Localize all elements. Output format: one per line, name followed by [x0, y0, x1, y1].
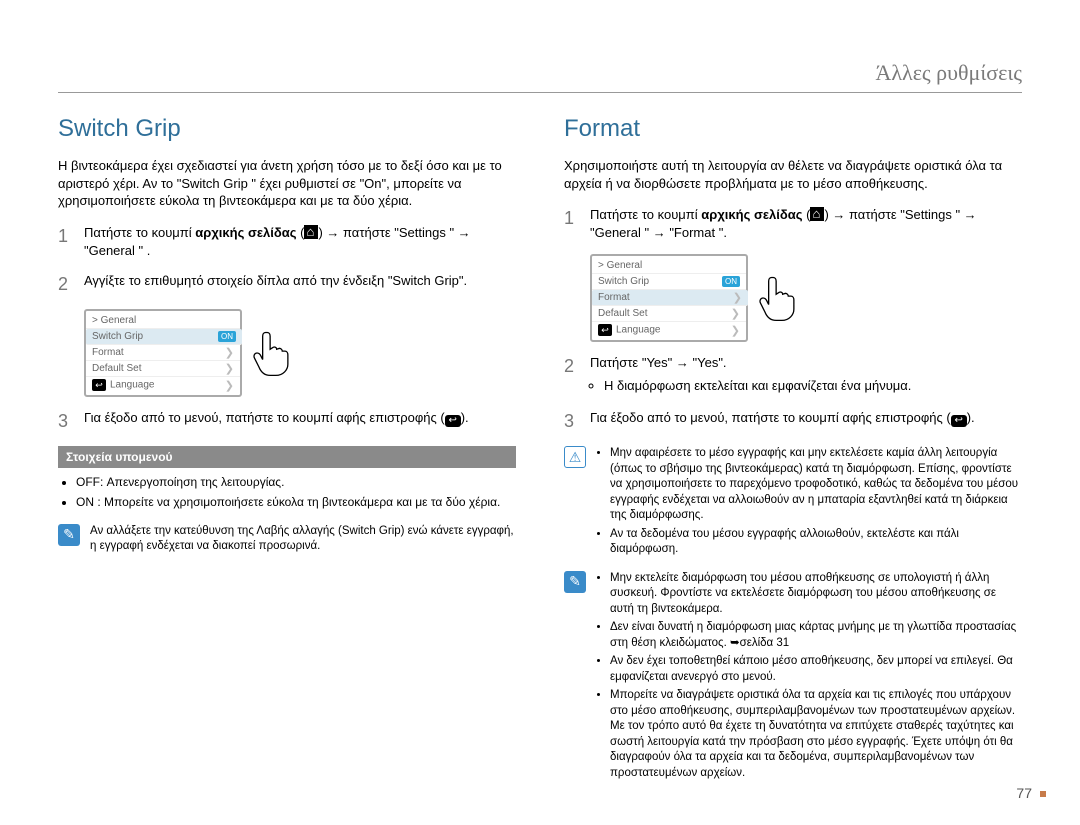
- menu-row-switch-grip: Switch Grip ON: [86, 329, 242, 345]
- menu-row-default-set: Default Set ❯: [86, 361, 240, 377]
- step-1: 1 Πατήστε το κουμπί αρχικής σελίδας () →…: [564, 206, 1022, 242]
- note-item: Μην εκτελείτε διαμόρφωση του μέσου αποθή…: [610, 571, 1022, 618]
- step-body: Πατήστε το κουμπί αρχικής σελίδας () → π…: [590, 206, 1022, 242]
- submenu-heading: Στοιχεία υπομενού: [58, 446, 516, 468]
- hand-pointer-icon: [752, 270, 804, 326]
- row-label: ↩ Language: [92, 379, 155, 391]
- step-body: Για έξοδο από το μενού, πατήστε το κουμπ…: [590, 409, 1022, 434]
- intro-text: Η βιντεοκάμερα έχει σχεδιαστεί για άνετη…: [58, 157, 516, 210]
- divider: [58, 92, 1022, 93]
- step-3: 3 Για έξοδο από το μενού, πατήστε το κου…: [58, 409, 516, 434]
- submenu-list: OFF: Απενεργοποίηση της λειτουργίας. ΟΝ …: [58, 474, 516, 509]
- step-body: Για έξοδο από το μενού, πατήστε το κουμπ…: [84, 409, 516, 434]
- screen: > General Switch Grip ON Format ❯ Defaul…: [590, 254, 748, 342]
- menu-row-language: ↩ Language ❯: [86, 377, 240, 393]
- menu-row-default-set: Default Set ❯: [592, 306, 746, 322]
- chevron-right-icon: ❯: [225, 362, 234, 375]
- device-screen-mock: > General Switch Grip ON Format ❯ Defaul…: [84, 309, 516, 397]
- note-text: Αν αλλάξετε την κατεύθυνση της Λαβής αλλ…: [90, 524, 516, 555]
- screen-breadcrumb: > General: [592, 258, 746, 274]
- section-title-format: Format: [564, 115, 1022, 143]
- steps-list-cont: 2 Πατήστε "Yes" → "Yes". Η διαμόρφωση εκ…: [564, 354, 1022, 434]
- steps-list-cont: 3 Για έξοδο από το μενού, πατήστε το κου…: [58, 409, 516, 434]
- menu-row-format: Format ❯: [86, 345, 240, 361]
- row-label: Switch Grip: [598, 276, 649, 287]
- row-text: Language: [110, 380, 155, 391]
- steps-list: 1 Πατήστε το κουμπί αρχικής σελίδας () →…: [58, 224, 516, 298]
- step-number: 3: [564, 409, 578, 434]
- note-item: Δεν είναι δυνατή η διαμόρφωση μιας κάρτα…: [610, 620, 1022, 651]
- steps-list: 1 Πατήστε το κουμπί αρχικής σελίδας () →…: [564, 206, 1022, 242]
- note-item: Μπορείτε να διαγράψετε οριστικά όλα τα α…: [610, 688, 1022, 781]
- on-badge: ON: [218, 331, 236, 342]
- warning-item: Μην αφαιρέσετε το μέσο εγγραφής και μην …: [610, 446, 1022, 524]
- note-box: ✎ Μην εκτελείτε διαμόρφωση του μέσου απο…: [564, 571, 1022, 785]
- submenu-item: OFF: Απενεργοποίηση της λειτουργίας.: [76, 474, 516, 490]
- screen: > General Switch Grip ON Format ❯ Defaul…: [84, 309, 242, 397]
- row-text: Language: [616, 325, 661, 336]
- row-label: Default Set: [598, 308, 647, 319]
- two-column-layout: Switch Grip Η βιντεοκάμερα έχει σχεδιαστ…: [58, 115, 1022, 794]
- return-icon: [951, 415, 967, 427]
- note-box: ✎ Αν αλλάξετε την κατεύθυνση της Λαβής α…: [58, 524, 516, 555]
- step-number: 1: [564, 206, 578, 242]
- return-icon: [445, 415, 461, 427]
- note-body: Μην εκτελείτε διαμόρφωση του μέσου αποθή…: [596, 571, 1022, 785]
- row-label: Default Set: [92, 363, 141, 374]
- step-3: 3 Για έξοδο από το μενού, πατήστε το κου…: [564, 409, 1022, 434]
- warning-box: ⚠ Μην αφαιρέσετε το μέσο εγγραφής και μη…: [564, 446, 1022, 561]
- back-icon: ↩: [598, 324, 612, 336]
- device-screen-mock: > General Switch Grip ON Format ❯ Defaul…: [590, 254, 1022, 342]
- step-number: 2: [564, 354, 578, 396]
- row-label: Format: [92, 347, 124, 358]
- menu-row-switch-grip: Switch Grip ON: [592, 274, 746, 290]
- screen-breadcrumb: > General: [86, 313, 240, 329]
- right-column: Format Χρησιμοποιήστε αυτή τη λειτουργία…: [564, 115, 1022, 794]
- step-2: 2 Αγγίξτε το επιθυμητό στοιχείο δίπλα απ…: [58, 272, 516, 297]
- row-label: ↩ Language: [598, 324, 661, 336]
- info-icon: ✎: [564, 571, 586, 593]
- step-2: 2 Πατήστε "Yes" → "Yes". Η διαμόρφωση εκ…: [564, 354, 1022, 396]
- page-number: 77: [1016, 785, 1032, 801]
- chevron-right-icon: ❯: [733, 291, 742, 304]
- warning-icon: ⚠: [564, 446, 586, 468]
- intro-text: Χρησιμοποιήστε αυτή τη λειτουργία αν θέλ…: [564, 157, 1022, 192]
- step-number: 1: [58, 224, 72, 260]
- note-item: Αν δεν έχει τοποθετηθεί κάποιο μέσο αποθ…: [610, 654, 1022, 685]
- chevron-right-icon: ❯: [731, 307, 740, 320]
- hand-pointer-icon: [246, 325, 298, 381]
- step-1: 1 Πατήστε το κουμπί αρχικής σελίδας () →…: [58, 224, 516, 260]
- back-icon: ↩: [92, 379, 106, 391]
- chevron-right-icon: ❯: [225, 379, 234, 392]
- left-column: Switch Grip Η βιντεοκάμερα έχει σχεδιαστ…: [58, 115, 516, 794]
- step-text: Πατήστε "Yes" → "Yes".: [590, 355, 727, 370]
- row-label: Switch Grip: [92, 331, 143, 342]
- chapter-title: Άλλες ρυθμίσεις: [58, 60, 1022, 86]
- step-sub: Η διαμόρφωση εκτελείται και εμφανίζεται …: [604, 377, 1022, 395]
- step-body: Πατήστε το κουμπί αρχικής σελίδας () → π…: [84, 224, 516, 260]
- info-icon: ✎: [58, 524, 80, 546]
- step-body: Αγγίξτε το επιθυμητό στοιχείο δίπλα από …: [84, 272, 516, 297]
- menu-row-format: Format ❯: [592, 290, 748, 306]
- warning-item: Αν τα δεδομένα του μέσου εγγραφής αλλοιω…: [610, 527, 1022, 558]
- section-title-switch-grip: Switch Grip: [58, 115, 516, 143]
- step-number: 3: [58, 409, 72, 434]
- step-number: 2: [58, 272, 72, 297]
- menu-row-language: ↩ Language ❯: [592, 322, 746, 338]
- chevron-right-icon: ❯: [225, 346, 234, 359]
- step-body: Πατήστε "Yes" → "Yes". Η διαμόρφωση εκτε…: [590, 354, 1022, 396]
- warning-body: Μην αφαιρέσετε το μέσο εγγραφής και μην …: [596, 446, 1022, 561]
- home-icon: [810, 207, 824, 221]
- breadcrumb-text: > General: [598, 260, 642, 271]
- chevron-right-icon: ❯: [731, 324, 740, 337]
- breadcrumb-text: > General: [92, 315, 136, 326]
- row-label: Format: [598, 292, 630, 303]
- page: Άλλες ρυθμίσεις Switch Grip Η βιντεοκάμε…: [0, 0, 1080, 814]
- submenu-item: ΟΝ : Μπορείτε να χρησιμοποιήσετε εύκολα …: [76, 494, 516, 510]
- home-icon: [304, 225, 318, 239]
- on-badge: ON: [722, 276, 740, 287]
